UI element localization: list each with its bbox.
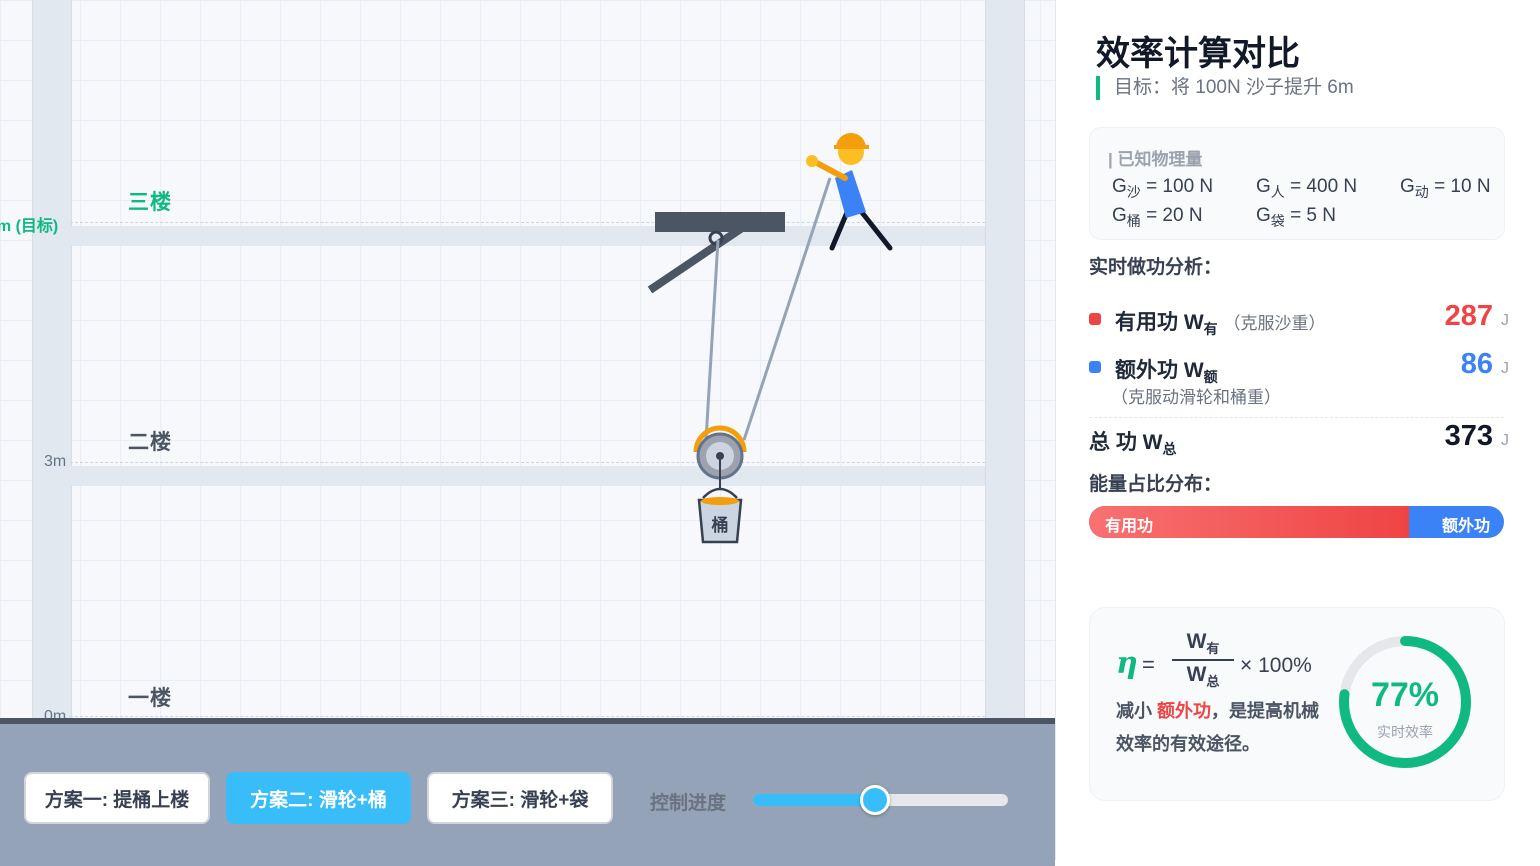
efficiency-tip: 减小 额外功，是提高机械效率的有效途径。: [1116, 701, 1320, 754]
efficiency-fraction: W有 W总: [1172, 630, 1234, 690]
progress-label: 控制进度: [650, 793, 727, 814]
progress-slider[interactable]: [753, 785, 1008, 815]
energy-bar-useful-label: 有用功: [1105, 518, 1154, 535]
pulley-scene: 桶: [647, 133, 893, 544]
pulley-axle: [716, 452, 724, 460]
analysis-label: 实时做功分析：: [1089, 257, 1223, 278]
distribution-label: 能量占比分布：: [1089, 474, 1223, 495]
equals-sign: =: [1142, 652, 1155, 677]
fraction-numerator: W有: [1186, 630, 1220, 657]
useful-work-row: 有用功 W有 （克服沙重） 287 J: [1089, 300, 1509, 340]
quantity-g-bucket: G桶 = 20 N: [1112, 205, 1203, 229]
eta-symbol: η: [1116, 646, 1138, 681]
efficiency-formula: η = W有 W总 × 100%: [1114, 626, 1334, 696]
energy-bar-extra-label: 额外功: [1441, 518, 1490, 535]
efficiency-panel: 效率计算对比 目标：将 100N 沙子提升 6m | 已知物理量 G沙 = 10…: [1055, 0, 1540, 860]
times-100-percent: × 100%: [1240, 654, 1312, 677]
efficiency-ring: 77% 实时效率: [1335, 632, 1475, 772]
scheme-1-button[interactable]: 方案一: 提桶上楼: [24, 772, 210, 824]
quantity-g-sand: G沙 = 100 N: [1112, 176, 1214, 200]
extra-work-value: 86 J: [1460, 348, 1509, 380]
worker-figure: [806, 133, 893, 251]
efficiency-box: η = W有 W总 × 100% 减小 额外功，是提高机械效率的有效途径。 77…: [1089, 607, 1505, 801]
energy-distribution-bar: 有用功 额外功: [1089, 506, 1504, 538]
useful-work-value: 287 J: [1444, 300, 1509, 332]
control-bar: 方案一: 提桶上楼 方案二: 滑轮+桶 方案三: 滑轮+袋 控制进度: [0, 718, 1055, 866]
total-work-row: 总 功 W总 373 J: [1089, 420, 1509, 460]
useful-work-dot: [1089, 313, 1101, 325]
known-heading: | 已知物理量: [1108, 150, 1203, 169]
scheme-3-button[interactable]: 方案三: 滑轮+袋: [427, 772, 613, 824]
sand-fill: [701, 497, 739, 505]
extra-work-row: 额外功 W额 （克服动滑轮和桶重） 86 J: [1089, 348, 1509, 408]
panel-title: 效率计算对比: [1096, 35, 1300, 73]
progress-slider-fill: [753, 794, 876, 806]
support-arm: [647, 224, 745, 294]
extra-work-dot: [1089, 361, 1101, 373]
extra-work-note: （克服动滑轮和桶重）: [1111, 388, 1281, 407]
quantity-g-pulley: G动 = 10 N: [1400, 176, 1491, 200]
quantity-g-person: G人 = 400 N: [1256, 176, 1358, 200]
fraction-denominator: W总: [1186, 663, 1220, 690]
useful-work-name: 有用功 W有 （克服沙重）: [1115, 311, 1326, 338]
known-quantities-box: | 已知物理量 G沙 = 100 N G人 = 400 N G动 = 10 N …: [1089, 127, 1505, 240]
efficiency-percent: 77%: [1370, 676, 1440, 714]
scheme-2-button[interactable]: 方案二: 滑轮+桶: [226, 772, 411, 824]
quantity-g-bag: G袋 = 5 N: [1256, 205, 1337, 229]
total-work-name: 总 功 W总: [1089, 431, 1177, 458]
goal-text: 目标：将 100N 沙子提升 6m: [1096, 76, 1354, 100]
overhead-beam: [655, 212, 785, 232]
efficiency-ring-label: 实时效率: [1377, 724, 1433, 740]
progress-slider-thumb[interactable]: [860, 785, 891, 815]
work-divider: [1089, 417, 1504, 418]
bucket-handle: [702, 487, 738, 499]
total-work-value: 373 J: [1444, 420, 1509, 452]
bucket-label: 桶: [712, 515, 729, 535]
rope-left: [704, 239, 720, 441]
